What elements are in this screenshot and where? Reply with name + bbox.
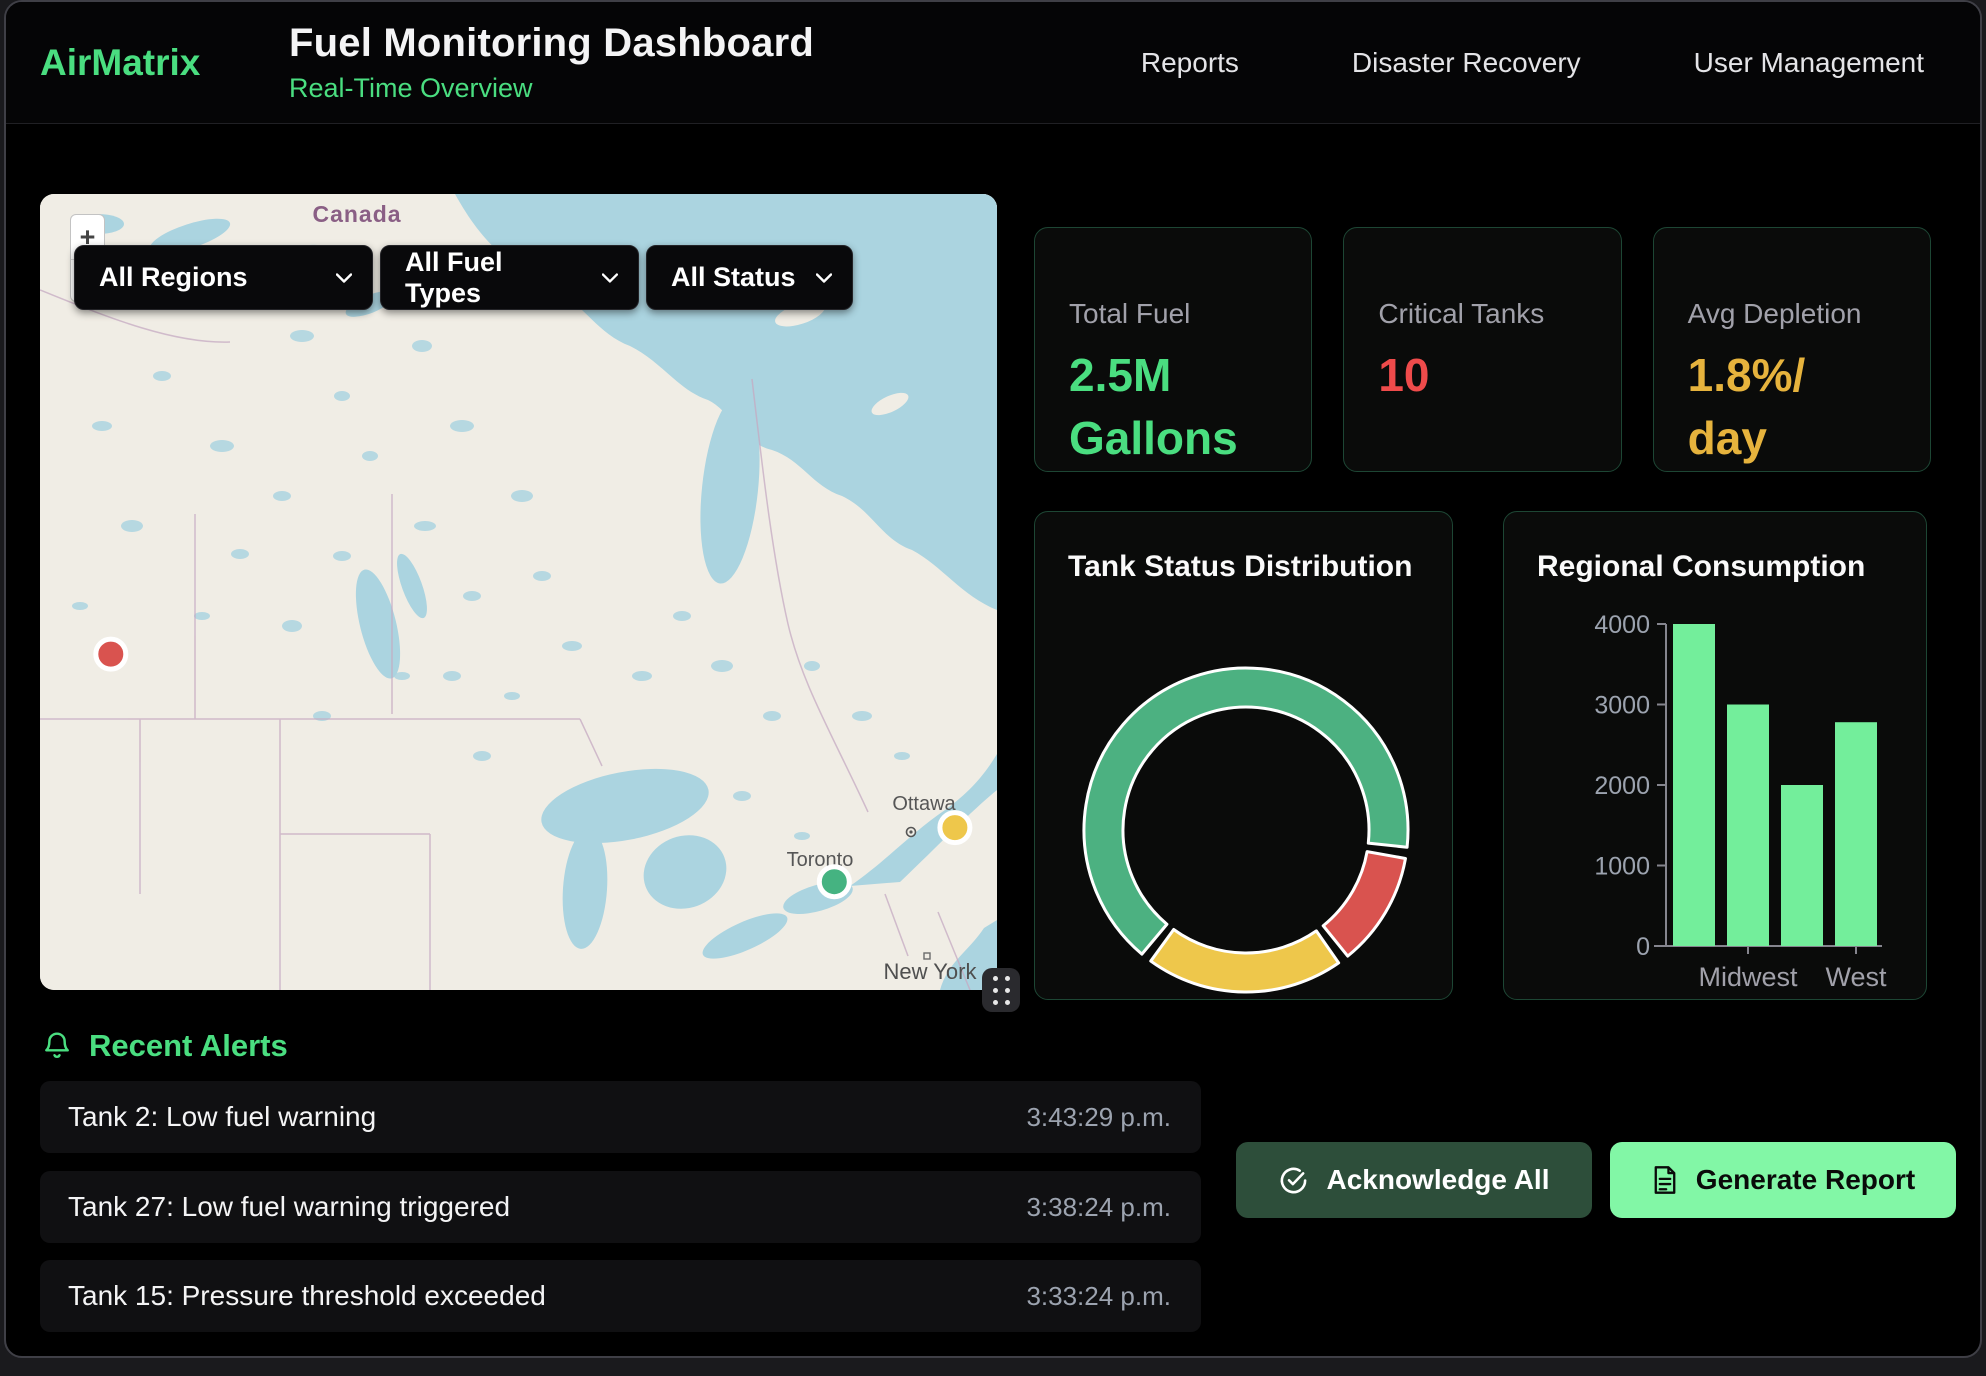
alert-message: Tank 27: Low fuel warning triggered <box>68 1191 510 1223</box>
alert-timestamp: 3:43:29 p.m. <box>1026 1102 1171 1133</box>
generate-report-label: Generate Report <box>1696 1164 1915 1196</box>
stat-value: 1.8%/​day <box>1688 344 1873 471</box>
resize-grip-handle[interactable] <box>982 968 1020 1012</box>
regional-consumption-card: Regional Consumption 0 1000 2000 3000 4000 Mi… <box>1503 511 1927 1000</box>
ottawa-town-dot-core <box>909 830 912 833</box>
alert-timestamp: 3:38:24 p.m. <box>1026 1192 1171 1223</box>
status-filter-value: All Status <box>671 262 796 293</box>
nav-disaster-recovery[interactable]: Disaster Recovery <box>1352 47 1581 79</box>
tank-marker-3[interactable] <box>819 867 849 897</box>
svg-text:Midwest: Midwest <box>1698 962 1798 992</box>
alert-row-2[interactable]: Tank 27: Low fuel warning triggered 3:38… <box>40 1171 1201 1243</box>
chevron-down-icon <box>602 273 618 283</box>
stat-value: 10 <box>1378 344 1563 407</box>
map-label-ottawa: Ottawa <box>892 793 956 815</box>
recent-alerts-title: Recent Alerts <box>89 1028 288 1064</box>
acknowledge-all-label: Acknowledge All <box>1326 1164 1549 1196</box>
stat-label: Avg Depletion <box>1688 298 1930 330</box>
tank-status-card: Tank Status Distribution <box>1034 511 1453 1000</box>
map-filters: All Regions All Fuel Types All Status <box>74 245 853 310</box>
acknowledge-all-button[interactable]: Acknowledge All <box>1236 1142 1592 1218</box>
dashboard-frame: AirMatrix Fuel Monitoring Dashboard Real… <box>4 0 1982 1358</box>
generate-report-button[interactable]: Generate Report <box>1610 1142 1956 1218</box>
region-filter-select[interactable]: All Regions <box>74 245 373 310</box>
stat-card-total-fuel: Total Fuel 2.5M Gallons <box>1034 227 1312 472</box>
fuel-map[interactable]: Canada Ottawa Toronto New York + − All R… <box>40 194 997 990</box>
recent-alerts-header: Recent Alerts <box>42 1028 288 1064</box>
chevron-down-icon <box>336 273 352 283</box>
stat-card-avg-depletion: Avg Depletion 1.8%/​day <box>1653 227 1931 472</box>
app-header: AirMatrix Fuel Monitoring Dashboard Real… <box>6 2 1980 124</box>
title-block: Fuel Monitoring Dashboard Real-Time Over… <box>289 21 814 104</box>
stat-label: Total Fuel <box>1069 298 1311 330</box>
bell-icon <box>42 1030 72 1062</box>
chevron-down-icon <box>816 273 832 283</box>
svg-text:West: West <box>1825 962 1887 992</box>
svg-text:4000: 4000 <box>1594 611 1650 639</box>
map-label-newyork: New York <box>884 959 978 984</box>
tank-marker-1[interactable] <box>96 639 126 669</box>
document-icon <box>1651 1165 1679 1195</box>
stat-cards: Total Fuel 2.5M Gallons Critical Tanks 1… <box>1034 227 1931 461</box>
alert-message: Tank 15: Pressure threshold exceeded <box>68 1280 546 1312</box>
svg-text:2000: 2000 <box>1594 772 1650 800</box>
alert-row-1[interactable]: Tank 2: Low fuel warning 3:43:29 p.m. <box>40 1081 1201 1153</box>
donut-chart-title: Tank Status Distribution <box>1068 550 1412 584</box>
map-canvas: Canada Ottawa Toronto New York <box>40 194 997 990</box>
svg-text:0: 0 <box>1636 933 1650 961</box>
regional-consumption-bar-chart: 0 1000 2000 3000 4000 Midwest West <box>1504 512 1928 1001</box>
svg-text:1000: 1000 <box>1594 853 1650 881</box>
main-nav: Reports Disaster Recovery User Managemen… <box>1141 47 1980 79</box>
alert-timestamp: 3:33:24 p.m. <box>1026 1281 1171 1312</box>
page-subtitle: Real-Time Overview <box>289 73 814 104</box>
bar-chart-title: Regional Consumption <box>1537 550 1865 584</box>
page-title: Fuel Monitoring Dashboard <box>289 21 814 66</box>
tank-marker-2[interactable] <box>940 813 970 843</box>
check-circle-icon <box>1278 1165 1309 1196</box>
tank-status-donut-chart <box>1035 512 1454 1001</box>
map-label-canada: Canada <box>312 201 401 227</box>
stat-value: 2.5M Gallons <box>1069 344 1254 471</box>
nav-reports[interactable]: Reports <box>1141 47 1239 79</box>
nav-user-management[interactable]: User Management <box>1694 47 1924 79</box>
alert-row-3[interactable]: Tank 15: Pressure threshold exceeded 3:3… <box>40 1260 1201 1332</box>
fuel-type-filter-select[interactable]: All Fuel Types <box>380 245 639 310</box>
fuel-type-filter-value: All Fuel Types <box>405 247 584 309</box>
stat-label: Critical Tanks <box>1378 298 1620 330</box>
status-filter-select[interactable]: All Status <box>646 245 853 310</box>
alert-message: Tank 2: Low fuel warning <box>68 1101 376 1133</box>
region-filter-value: All Regions <box>99 262 248 293</box>
svg-text:3000: 3000 <box>1594 692 1650 720</box>
app-logo[interactable]: AirMatrix <box>40 42 289 84</box>
stat-card-critical-tanks: Critical Tanks 10 <box>1343 227 1621 472</box>
